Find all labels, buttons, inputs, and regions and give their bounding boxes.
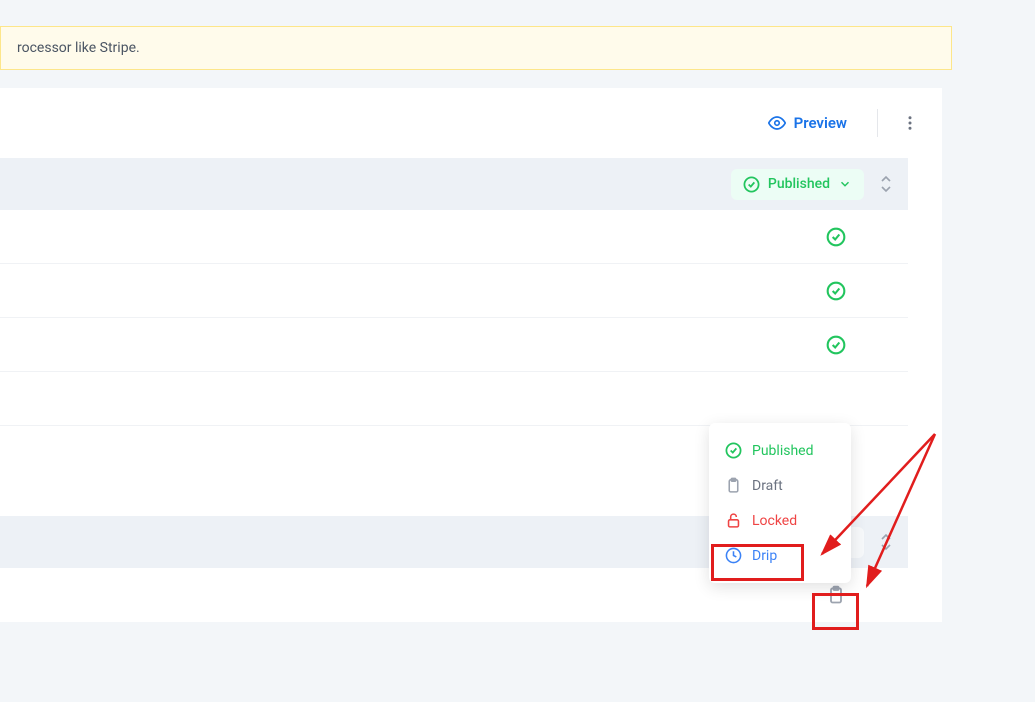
list-item[interactable] <box>0 372 908 426</box>
check-circle-icon <box>743 176 760 193</box>
alert-text: rocessor like Stripe. <box>17 40 140 56</box>
chevron-down-icon <box>878 184 894 194</box>
more-menu-button[interactable] <box>896 109 924 137</box>
dropdown-item-label: Published <box>752 443 813 459</box>
dropdown-item-label: Draft <box>752 478 783 494</box>
dropdown-item-published[interactable]: Published <box>709 433 851 468</box>
check-circle-icon <box>826 335 846 355</box>
status-dropdown-published[interactable]: Published <box>731 169 864 200</box>
dropdown-item-label: Drip <box>752 548 777 564</box>
divider <box>877 109 878 137</box>
chevron-down-icon <box>878 542 894 552</box>
preview-label: Preview <box>794 114 847 132</box>
alert-banner: rocessor like Stripe. <box>0 26 952 70</box>
more-vertical-icon <box>901 114 919 132</box>
list-item[interactable] <box>0 318 908 372</box>
status-dropdown-menu: Published Draft Locked Drip <box>709 423 851 583</box>
top-bar: Preview <box>0 88 942 158</box>
sort-handle[interactable] <box>878 174 894 194</box>
chevron-up-icon <box>878 174 894 184</box>
dropdown-item-locked[interactable]: Locked <box>709 503 851 538</box>
dropdown-item-draft[interactable]: Draft <box>709 468 851 503</box>
eye-icon <box>768 114 786 132</box>
preview-button[interactable]: Preview <box>756 108 859 138</box>
lock-icon <box>725 512 742 529</box>
check-circle-icon <box>826 227 846 247</box>
check-circle-icon <box>826 281 846 301</box>
status-label: Published <box>768 176 830 192</box>
check-circle-icon <box>725 442 742 459</box>
dropdown-item-label: Locked <box>752 513 797 529</box>
dropdown-item-drip[interactable]: Drip <box>709 538 851 573</box>
clipboard-icon <box>725 477 742 494</box>
clipboard-icon <box>826 585 846 605</box>
clock-icon <box>725 547 742 564</box>
sort-handle[interactable] <box>878 532 894 552</box>
list-item[interactable] <box>0 264 908 318</box>
chevron-down-icon <box>838 177 852 191</box>
list-item[interactable] <box>0 210 908 264</box>
section-header: Published <box>0 158 908 210</box>
chevron-up-icon <box>878 532 894 542</box>
